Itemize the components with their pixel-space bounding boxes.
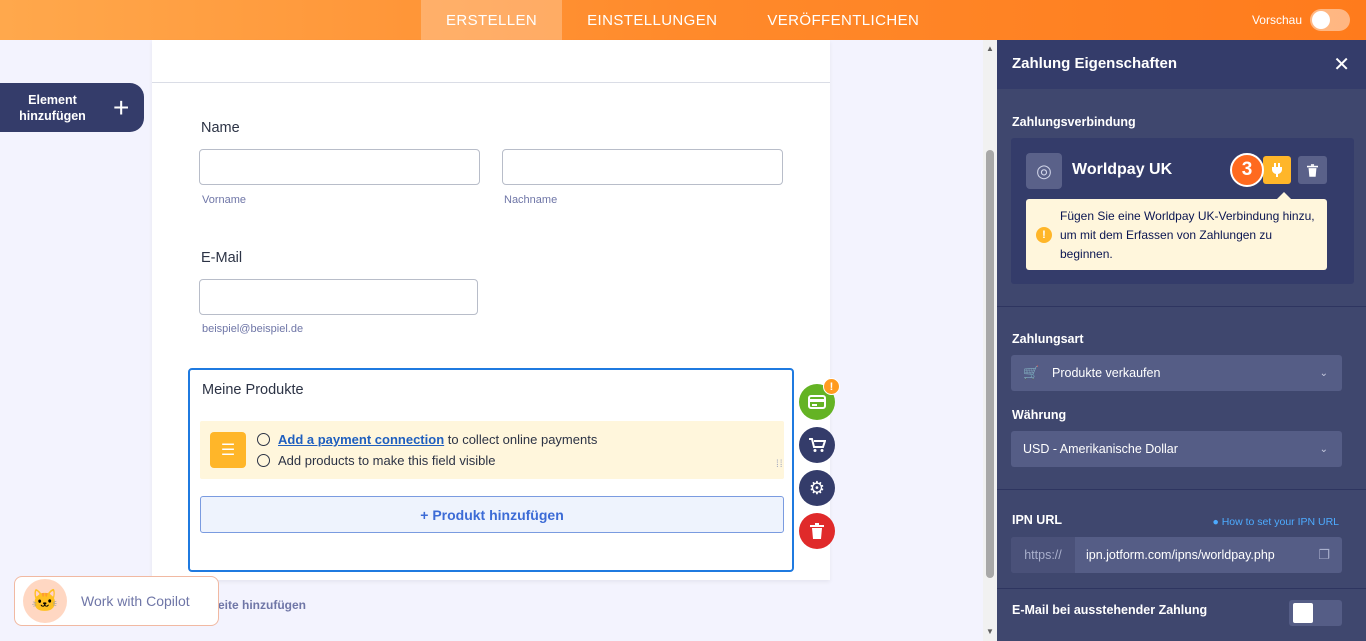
trash-icon xyxy=(810,523,824,539)
add-product-button[interactable]: + Produkt hinzufügen xyxy=(200,496,784,533)
ipn-url-prefix: https:// xyxy=(1011,537,1075,573)
step-number-badge: 3 xyxy=(1230,153,1264,187)
worldpay-logo-icon: ◎ xyxy=(1026,153,1062,189)
delete-gateway-button[interactable] xyxy=(1298,156,1327,184)
pending-email-toggle[interactable] xyxy=(1289,600,1342,626)
tab-publish[interactable]: VERÖFFENTLICHEN xyxy=(742,0,944,40)
products-title: Meine Produkte xyxy=(202,382,304,398)
cart-icon: 🛒 xyxy=(1023,365,1040,380)
close-icon[interactable]: ✕ xyxy=(1333,52,1350,77)
warning-line-1-rest: to collect online payments xyxy=(444,432,598,447)
gateway-name: Worldpay UK xyxy=(1072,161,1173,178)
preview-toggle[interactable] xyxy=(1310,9,1350,31)
drag-handle-icon[interactable]: ⁞⁞ xyxy=(776,460,784,476)
panel-header: Zahlung Eigenschaften ✕ xyxy=(997,40,1366,89)
products-button[interactable] xyxy=(799,427,835,463)
warning-badge: ! xyxy=(823,378,840,395)
copilot-avatar-icon: 🐱 xyxy=(23,579,67,623)
radio-icon xyxy=(257,433,270,446)
tab-settings[interactable]: EINSTELLUNGEN xyxy=(562,0,742,40)
tab-build[interactable]: ERSTELLEN xyxy=(421,0,563,40)
chevron-down-icon: ⌄ xyxy=(1319,367,1328,379)
copilot-label: Work with Copilot xyxy=(81,593,190,609)
credit-card-icon xyxy=(808,395,826,409)
add-payment-connection-link[interactable]: Add a payment connection xyxy=(278,432,444,447)
ipn-url-value[interactable]: ipn.jotform.com/ipns/worldpay.php xyxy=(1086,548,1275,562)
cart-icon xyxy=(809,438,826,452)
add-element-label-line2: hinzufügen xyxy=(19,108,86,123)
radio-icon xyxy=(257,454,270,467)
properties-panel: Zahlung Eigenschaften ✕ Zahlungsverbindu… xyxy=(997,40,1366,641)
ipn-help-link[interactable]: ● How to set your IPN URL xyxy=(1212,516,1339,528)
gateway-card: ◎ Worldpay UK 3 ! Fügen Sie eine Worldpa… xyxy=(1011,138,1354,284)
main-nav: ERSTELLEN EINSTELLUNGEN VERÖFFENTLICHEN xyxy=(421,0,944,40)
gear-icon: ⚙ xyxy=(808,477,826,498)
currency-label: Währung xyxy=(1012,408,1067,422)
last-name-input[interactable] xyxy=(502,149,783,185)
ipn-help-text: How to set your IPN URL xyxy=(1221,516,1339,528)
pending-email-label: E-Mail bei ausstehender Zahlung xyxy=(1012,603,1208,617)
warning-line-1: Add a payment connection to collect onli… xyxy=(257,432,597,447)
add-element-button[interactable]: Element hinzufügen + xyxy=(0,83,144,132)
preview-control: Vorschau xyxy=(1252,0,1350,40)
scrollbar-thumb[interactable] xyxy=(986,150,994,578)
preview-label: Vorschau xyxy=(1251,13,1302,27)
warning-line-2: Add products to make this field visible xyxy=(257,453,496,468)
add-element-label-line1: Element xyxy=(28,92,77,107)
delete-field-button[interactable] xyxy=(799,513,835,549)
panel-title: Zahlung Eigenschaften xyxy=(1012,55,1178,72)
email-label: E-Mail xyxy=(201,250,243,266)
help-icon: ● xyxy=(1212,516,1219,528)
payment-type-select[interactable]: 🛒 Produkte verkaufen ⌄ xyxy=(1011,355,1342,391)
plus-icon: + xyxy=(113,91,130,123)
form-header-area[interactable] xyxy=(152,40,830,83)
ipn-url-field: https:// ipn.jotform.com/ipns/worldpay.p… xyxy=(1011,537,1342,573)
warning-line-1-text: Add a payment connection to collect onli… xyxy=(278,432,597,447)
currency-value: USD - Amerikanische Dollar xyxy=(1023,442,1178,456)
ipn-url-label: IPN URL xyxy=(1012,513,1062,527)
scroll-up-icon[interactable]: ▲ xyxy=(986,44,994,53)
divider xyxy=(997,489,1366,490)
field-settings-button[interactable]: ⚙ xyxy=(799,470,835,506)
connection-tooltip: ! Fügen Sie eine Worldpay UK-Verbindung … xyxy=(1026,192,1327,270)
name-label: Name xyxy=(201,120,240,136)
plug-icon xyxy=(1272,163,1282,177)
warning-icon: ! xyxy=(1036,227,1052,243)
trash-icon xyxy=(1307,163,1318,177)
payment-warning-box: ☰ Add a payment connection to collect on… xyxy=(200,421,784,479)
connect-plug-button[interactable] xyxy=(1263,156,1291,184)
add-page-link[interactable]: eite hinzufügen xyxy=(218,598,306,612)
connection-tip-text: Fügen Sie eine Worldpay UK-Verbindung hi… xyxy=(1060,209,1315,261)
top-bar: ERSTELLEN EINSTELLUNGEN VERÖFFENTLICHEN … xyxy=(0,0,1366,40)
payment-type-label: Zahlungsart xyxy=(1012,332,1084,346)
first-name-sublabel: Vorname xyxy=(202,194,247,206)
copy-icon[interactable]: ❐ xyxy=(1318,547,1330,563)
currency-select[interactable]: USD - Amerikanische Dollar ⌄ xyxy=(1011,431,1342,467)
checklist-icon: ☰ xyxy=(210,432,246,468)
copilot-button[interactable]: 🐱 Work with Copilot xyxy=(14,576,219,626)
add-element-label: Element hinzufügen xyxy=(0,92,105,124)
last-name-sublabel: Nachname xyxy=(504,194,558,206)
products-field[interactable]: Meine Produkte ☰ Add a payment connectio… xyxy=(188,368,794,572)
chevron-down-icon: ⌄ xyxy=(1319,443,1328,455)
divider xyxy=(997,588,1366,589)
first-name-input[interactable] xyxy=(199,149,480,185)
email-sublabel: beispiel@beispiel.de xyxy=(202,323,304,335)
scroll-down-icon[interactable]: ▼ xyxy=(986,627,994,636)
divider xyxy=(997,306,1366,307)
connection-section-title: Zahlungsverbindung xyxy=(1012,115,1136,129)
email-input[interactable] xyxy=(199,279,478,315)
payment-type-value: Produkte verkaufen xyxy=(1052,366,1161,380)
warning-line-2-text: Add products to make this field visible xyxy=(278,453,496,468)
